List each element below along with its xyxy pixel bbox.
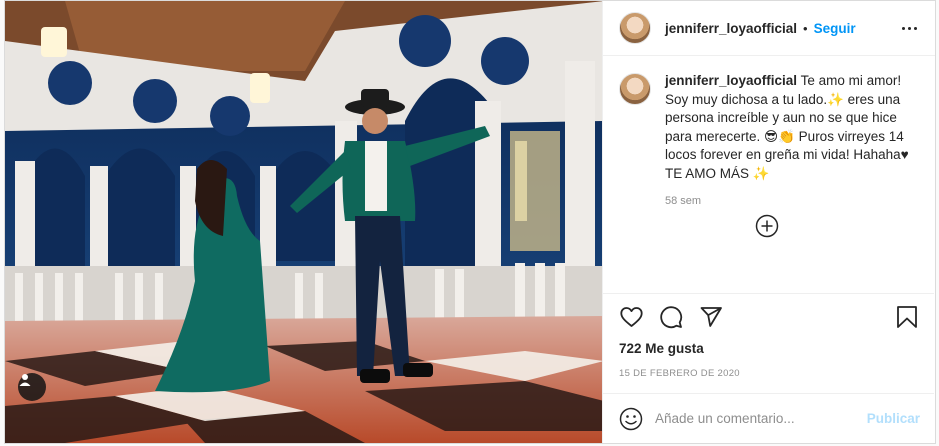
- post-side-panel: jenniferr_loyaofficial • Seguir jennifer…: [602, 1, 935, 443]
- caption-body: jenniferr_loyaofficial Te amo mi amor! S…: [665, 72, 917, 183]
- comment-bar: Publicar: [603, 393, 934, 443]
- caption: jenniferr_loyaofficial Te amo mi amor! S…: [619, 72, 917, 183]
- post-actions: 722 Me gusta 15 DE FEBRERO DE 2020: [603, 293, 934, 379]
- caption-text: Te amo mi amor! Soy muy dichosa a tu lad…: [665, 73, 909, 181]
- user-tag-icon[interactable]: [18, 373, 46, 401]
- header-username[interactable]: jenniferr_loyaofficial: [665, 21, 797, 36]
- post-date[interactable]: 15 DE FEBRERO DE 2020: [619, 368, 918, 379]
- comment-icon[interactable]: [659, 297, 699, 337]
- action-icons: [619, 294, 918, 340]
- more-options-icon[interactable]: [897, 16, 921, 40]
- header-separator: •: [803, 20, 808, 36]
- caption-area: jenniferr_loyaofficial Te amo mi amor! S…: [603, 56, 935, 292]
- load-more-comments-icon[interactable]: [755, 214, 779, 238]
- caption-time[interactable]: 58 sem: [665, 195, 917, 207]
- heart-icon[interactable]: [619, 297, 659, 337]
- photo-illustration: [5, 1, 602, 443]
- comment-input[interactable]: [655, 411, 845, 426]
- emoji-icon[interactable]: [619, 407, 643, 431]
- share-icon[interactable]: [699, 297, 739, 337]
- instagram-post: jenniferr_loyaofficial • Seguir jennifer…: [4, 0, 936, 444]
- likes-count[interactable]: 722 Me gusta: [619, 340, 918, 360]
- post-header: jenniferr_loyaofficial • Seguir: [603, 1, 935, 56]
- caption-username[interactable]: jenniferr_loyaofficial: [665, 73, 797, 88]
- caption-avatar[interactable]: [619, 73, 651, 105]
- bookmark-icon[interactable]: [878, 297, 918, 337]
- follow-button[interactable]: Seguir: [814, 21, 856, 36]
- post-photo[interactable]: [5, 1, 602, 443]
- publish-button[interactable]: Publicar: [867, 411, 920, 426]
- avatar[interactable]: [619, 12, 651, 44]
